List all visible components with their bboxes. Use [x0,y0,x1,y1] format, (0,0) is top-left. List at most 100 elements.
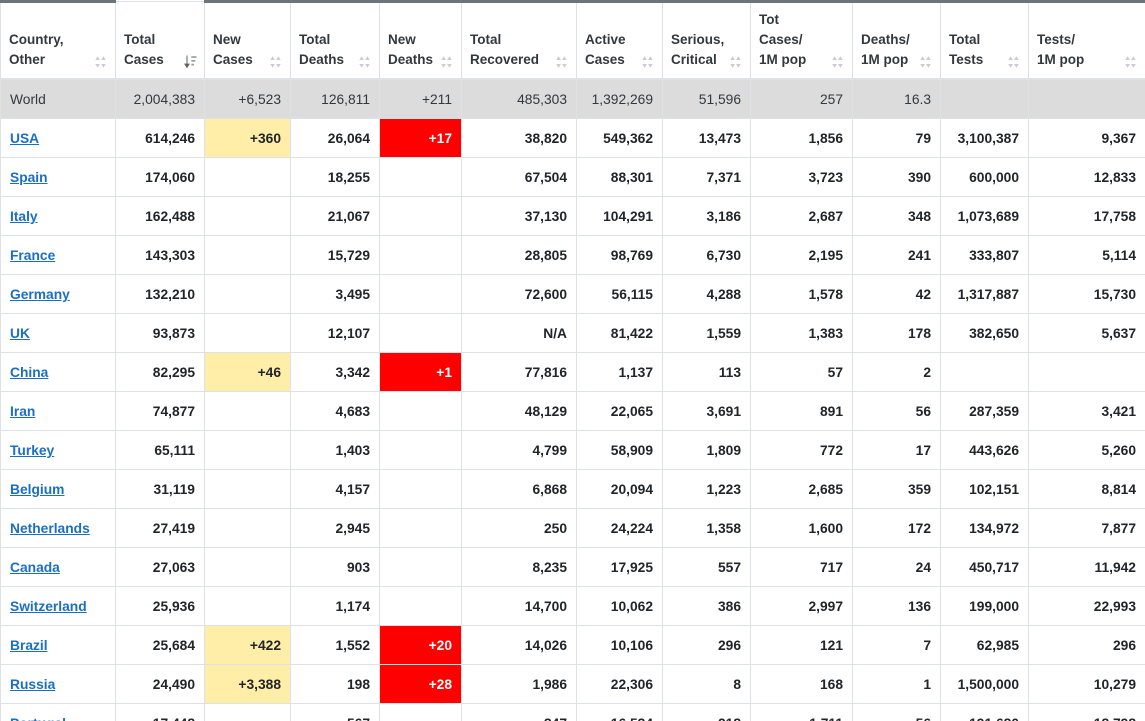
column-header-5[interactable]: Total Recovered [461,0,577,80]
cell-total_recovered: 48,129 [461,391,577,432]
sort-both-icon[interactable] [919,55,932,69]
cell-tests_per_1m: 17,758 [1028,196,1145,237]
column-header-label-line2: 1M pop [861,51,909,67]
country-link[interactable]: France [10,248,55,263]
country-name-cell: Netherlands [0,508,116,549]
header-row: Country, Other Total Cases New Cases Total Deat… [0,0,1145,80]
column-header-2[interactable]: New Cases [204,0,291,80]
table-row: USA 614,246 +360 26,064 +17 38,820 549,362 13,4… [0,118,1145,159]
column-header-7[interactable]: Serious, Critical [662,0,751,80]
cell-serious_critical: 113 [662,352,751,393]
cell-new_cases: +3,388 [204,664,291,705]
country-name-cell: UK [0,313,116,354]
column-header-3[interactable]: Total Deaths [290,0,380,80]
cell-deaths_per_1m: 390 [852,157,941,198]
cell-total_tests: 333,807 [940,235,1029,276]
cell-deaths_per_1m: 7 [852,625,941,666]
country-link[interactable]: China [10,365,48,380]
cell-total_cases: 27,419 [115,508,205,549]
sort-both-icon[interactable] [1007,55,1020,69]
cell-new_cases [204,235,291,276]
country-link[interactable]: USA [10,131,39,146]
cell-total_cases: 17,448 [115,703,205,721]
country-link[interactable]: Canada [10,560,60,575]
cell-total_tests: 191,680 [940,703,1029,721]
country-link[interactable]: Belgium [10,482,64,497]
column-header-10[interactable]: Total Tests [940,0,1029,80]
sort-both-icon[interactable] [729,55,742,69]
cell-active_cases: 22,065 [576,391,663,432]
column-header-label-line2: Recovered [470,51,540,67]
column-header-8[interactable]: Tot Cases/1M pop [750,0,853,80]
cell-tests_per_1m: 12,833 [1028,157,1145,198]
cell-total_cases: 162,488 [115,196,205,237]
cell-tot_cases_per_1m: 168 [750,664,853,705]
sort-both-icon[interactable] [94,55,107,69]
cell-total_deaths: 4,157 [290,469,380,510]
table-header: Country, Other Total Cases New Cases Total Deat… [0,0,1145,80]
cell-serious_critical: 557 [662,547,751,588]
cell-deaths_per_1m: 42 [852,274,941,315]
column-header-4[interactable]: New Deaths [379,0,462,80]
column-header-11[interactable]: Tests/1M pop [1028,0,1145,80]
cell-new_cases: +6,523 [204,78,291,120]
country-link[interactable]: Portugal [10,716,66,721]
sort-descending-icon[interactable] [183,55,197,69]
country-link[interactable]: Italy [10,209,38,224]
sort-both-icon[interactable] [358,55,371,69]
country-link[interactable]: Brazil [10,638,48,653]
country-link[interactable]: Netherlands [10,521,90,536]
table-row: Canada 27,063 903 8,235 17,925 557 717 24 450,71… [0,547,1145,588]
cell-total_cases: 93,873 [115,313,205,354]
country-link[interactable]: Russia [10,677,55,692]
cell-total_deaths: 26,064 [290,118,380,159]
cell-active_cases: 17,925 [576,547,663,588]
country-link[interactable]: Spain [10,170,48,185]
column-header-0[interactable]: Country, Other [0,0,116,80]
cell-deaths_per_1m: 16.3 [852,78,941,120]
table-row: Portugal 17,448 567 34716,5342181,71156191,… [0,703,1145,721]
sort-both-icon[interactable] [1124,55,1137,69]
cell-tot_cases_per_1m: 121 [750,625,853,666]
cell-serious_critical: 1,223 [662,469,751,510]
cell-tests_per_1m: 5,260 [1028,430,1145,471]
cell-tot_cases_per_1m: 1,856 [750,118,853,159]
sort-both-icon[interactable] [440,55,453,69]
cell-deaths_per_1m: 172 [852,508,941,549]
cell-new_cases [204,391,291,432]
column-header-1[interactable]: Total Cases [115,0,205,80]
cell-total_recovered: 28,805 [461,235,577,276]
country-name-cell: Brazil [0,625,116,666]
table-row: Belgium 31,119 4,157 6,868 20,094 1,223 2,685 3… [0,469,1145,510]
cell-new_cases [204,313,291,354]
cell-total_deaths: 18,255 [290,157,380,198]
cell-active_cases: 88,301 [576,157,663,198]
column-header-9[interactable]: Deaths/1M pop [852,0,941,80]
cell-serious_critical: 386 [662,586,751,627]
cell-total_deaths: 4,683 [290,391,380,432]
cell-active_cases: 10,062 [576,586,663,627]
country-link[interactable]: Iran [10,404,35,419]
table-row: Russia 24,490 +3,388 198 +28 1,986 22,306 8 168 1… [0,664,1145,705]
sort-both-icon[interactable] [641,55,654,69]
cell-serious_critical: 13,473 [662,118,751,159]
column-header-6[interactable]: Active Cases [576,0,663,80]
cell-new_deaths: +1 [379,352,462,393]
country-link[interactable]: Turkey [10,443,54,458]
cell-total_tests: 134,972 [940,508,1029,549]
cell-deaths_per_1m: 359 [852,469,941,510]
sort-both-icon[interactable] [269,55,282,69]
column-header-label-line1: Deaths/ [861,31,910,47]
column-header-inner: Deaths/1M pop [861,30,932,70]
cell-total_cases: 614,246 [115,118,205,159]
country-link[interactable]: Germany [10,287,70,302]
cell-deaths_per_1m: 348 [852,196,941,237]
country-link[interactable]: UK [10,326,30,341]
cell-total_cases: 132,210 [115,274,205,315]
sort-both-icon[interactable] [831,55,844,69]
cell-tot_cases_per_1m: 2,195 [750,235,853,276]
column-header-label-line2: Deaths [299,51,345,67]
country-name-cell: Switzerland [0,586,116,627]
sort-both-icon[interactable] [555,55,568,69]
country-link[interactable]: Switzerland [10,599,87,614]
